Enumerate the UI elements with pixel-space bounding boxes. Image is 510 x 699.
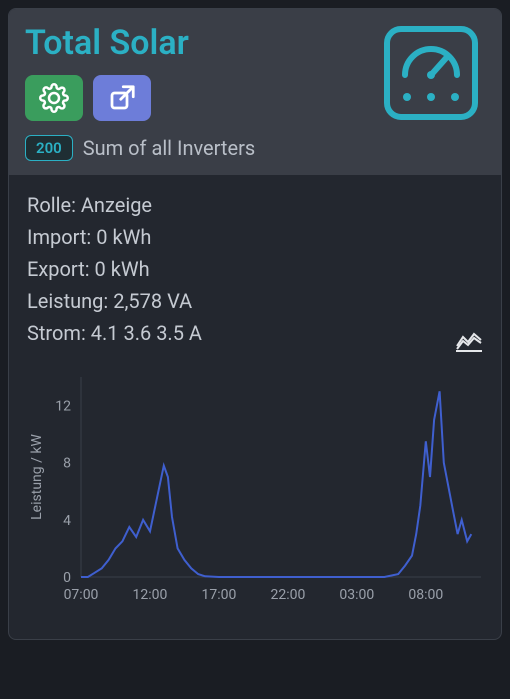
svg-text:12:00: 12:00 [133,587,168,603]
svg-text:4: 4 [63,513,71,529]
svg-text:8: 8 [63,456,71,472]
badge-row: 200 Sum of all Inverters [25,135,485,161]
settings-button[interactable] [25,75,83,121]
gear-icon [39,83,69,113]
metric-leistung: Leistung: 2,578 VA [27,285,483,317]
metric-value: 4.1 3.6 3.5 A [91,321,202,345]
svg-text:07:00: 07:00 [64,587,99,603]
card-header: Total Solar [9,9,501,175]
svg-text:22:00: 22:00 [270,587,305,603]
device-id-badge: 200 [25,135,73,161]
svg-text:0: 0 [63,570,71,586]
metric-label: Import: [27,225,91,249]
metric-import: Import: 0 kWh [27,221,483,253]
open-button[interactable] [93,75,151,121]
chart-toggle-button[interactable] [455,329,483,353]
power-chart[interactable]: 0 4 8 12 07:00 12:00 17:00 22:00 03:00 08:00 Leist… [23,367,491,617]
card-subtitle: Sum of all Inverters [83,136,255,160]
metric-value: 0 kWh [96,225,151,249]
metric-label: Rolle: [27,193,76,217]
metric-strom: Strom: 4.1 3.6 3.5 A [27,317,483,349]
card-body: Rolle: Anzeige Import: 0 kWh Export: 0 k… [9,175,501,359]
svg-text:17:00: 17:00 [201,587,236,603]
metric-rolle: Rolle: Anzeige [27,189,483,221]
svg-text:08:00: 08:00 [408,587,443,603]
metric-export: Export: 0 kWh [27,253,483,285]
metric-label: Leistung: [27,289,108,313]
metric-label: Strom: [27,321,86,345]
chart-area: 0 4 8 12 07:00 12:00 17:00 22:00 03:00 08:00 Leist… [9,359,501,639]
metric-value: 0 kWh [95,257,150,281]
svg-text:12: 12 [55,399,71,415]
svg-text:Leistung / kW: Leistung / kW [29,434,45,520]
svg-text:03:00: 03:00 [339,587,374,603]
dashboard-gauge-icon [381,23,481,123]
device-card: Total Solar [8,8,502,640]
metric-label: Export: [27,257,90,281]
metric-value: Anzeige [81,193,152,217]
external-link-icon [107,83,137,113]
multiline-chart-icon [455,329,483,353]
metric-value: 2,578 VA [113,289,192,313]
